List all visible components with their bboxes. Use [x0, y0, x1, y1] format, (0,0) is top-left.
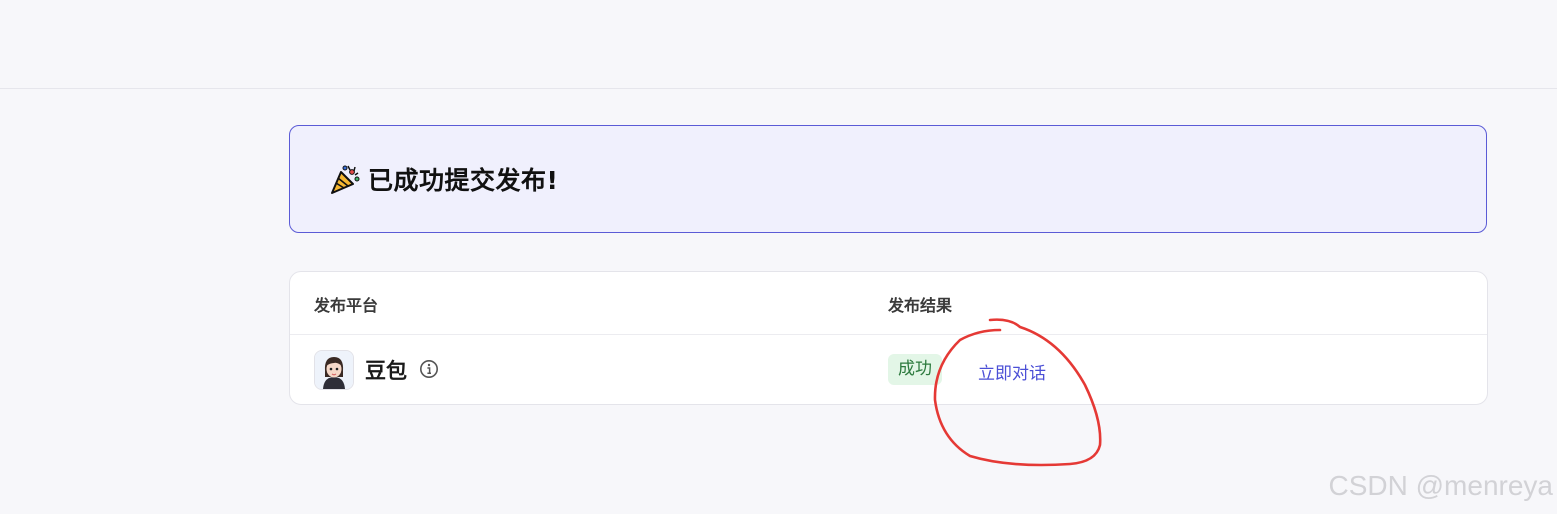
party-popper-icon — [328, 162, 362, 196]
info-icon[interactable] — [419, 359, 439, 379]
banner-title: 已成功提交发布! — [368, 166, 559, 195]
success-banner: 已成功提交发布! — [289, 125, 1487, 233]
column-header-result: 发布结果 — [888, 296, 953, 315]
status-badge: 成功 — [888, 354, 942, 385]
platform-name: 豆包 — [365, 359, 407, 383]
watermark: CSDN @menreya — [1328, 470, 1553, 501]
top-bar — [0, 0, 1557, 89]
publish-result-table: 发布平台 发布结果 豆包 成功 立即对话 — [289, 271, 1488, 405]
table-header: 发布平台 发布结果 — [290, 272, 1487, 335]
doubao-avatar — [314, 350, 354, 390]
column-header-platform: 发布平台 — [314, 296, 379, 315]
chat-now-link[interactable]: 立即对话 — [978, 359, 1046, 384]
table-row: 豆包 成功 立即对话 — [290, 335, 1487, 404]
